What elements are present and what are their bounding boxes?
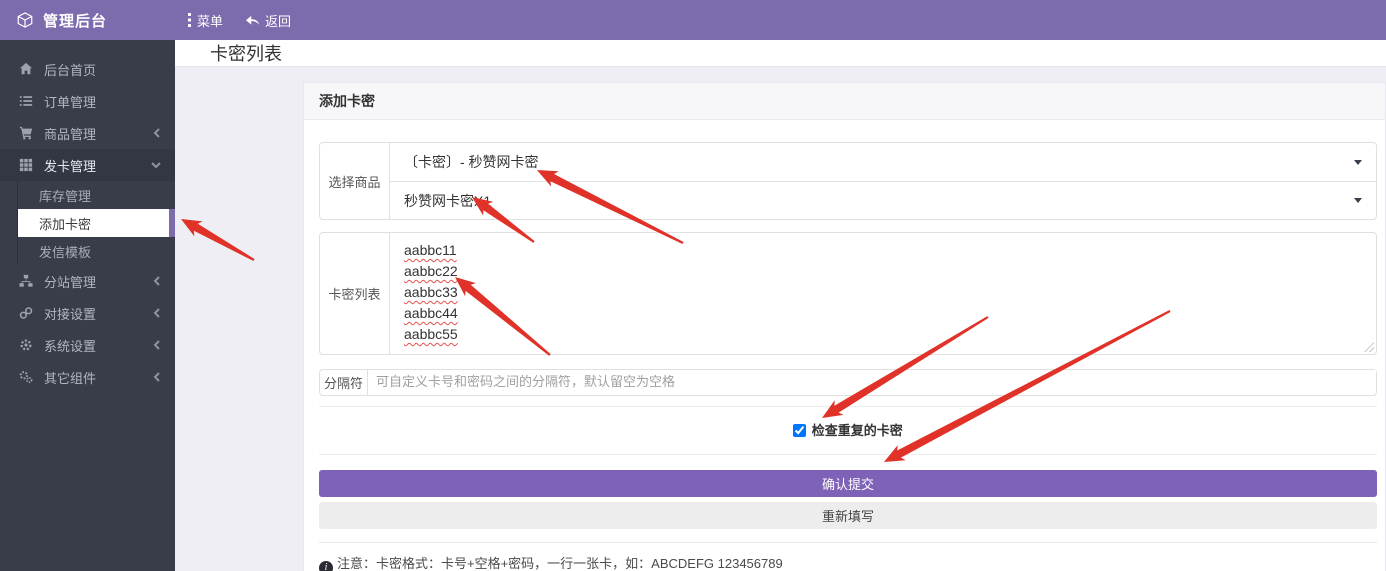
product-category-select-value: 〔卡密〕- 秒赞网卡密 bbox=[404, 152, 539, 172]
chevron-left-icon bbox=[153, 372, 161, 382]
content-area: 添加卡密 选择商品 〔卡密〕- 秒赞网卡密 秒赞网卡密X1 bbox=[175, 67, 1386, 571]
sidebar-item-label: 订单管理 bbox=[44, 92, 161, 111]
submit-button[interactable]: 确认提交 bbox=[319, 470, 1377, 497]
page-title-bar: 卡密列表 bbox=[175, 40, 1386, 67]
product-category-select[interactable]: 〔卡密〕- 秒赞网卡密 bbox=[390, 143, 1376, 181]
card-management-submenu: 库存管理 添加卡密 发信模板 bbox=[17, 181, 175, 265]
divider bbox=[319, 406, 1377, 407]
sidebar-item-system-settings[interactable]: 系统设置 bbox=[0, 329, 175, 361]
card-line: aabbc44 bbox=[404, 303, 458, 324]
sidebar-item-label: 分站管理 bbox=[44, 272, 143, 291]
cube-logo-icon bbox=[16, 11, 34, 29]
card-line: aabbc22 bbox=[404, 261, 458, 282]
cart-icon bbox=[18, 126, 34, 140]
back-label: 返回 bbox=[265, 11, 291, 30]
card-list-textarea[interactable]: aabbc11aabbc22aabbc33aabbc44aabbc55 bbox=[390, 233, 1376, 354]
product-select-label: 选择商品 bbox=[320, 143, 390, 219]
sidebar-item-orders[interactable]: 订单管理 bbox=[0, 85, 175, 117]
select-caret-icon bbox=[1354, 160, 1362, 165]
divider bbox=[319, 454, 1377, 455]
subitem-label: 库存管理 bbox=[39, 186, 91, 205]
panel-header: 添加卡密 bbox=[304, 83, 1385, 120]
sidebar-subitem-mail-template[interactable]: 发信模板 bbox=[18, 237, 175, 265]
separator-input[interactable] bbox=[368, 370, 1376, 393]
brand: 管理后台 bbox=[0, 10, 175, 31]
sidebar-item-home[interactable]: 后台首页 bbox=[0, 53, 175, 85]
reset-button[interactable]: 重新填写 bbox=[319, 502, 1377, 529]
menu-toggle-button[interactable]: 菜单 bbox=[187, 11, 223, 30]
chevron-left-icon bbox=[153, 276, 161, 286]
top-bar: 管理后台 菜单 返回 bbox=[0, 0, 1386, 40]
reply-arrow-icon bbox=[245, 14, 260, 27]
info-icon: i bbox=[319, 561, 333, 571]
select-caret-icon bbox=[1354, 198, 1362, 203]
duplicate-check-checkbox[interactable] bbox=[793, 424, 806, 437]
subitem-label: 添加卡密 bbox=[39, 214, 91, 233]
sidebar-subitem-stock[interactable]: 库存管理 bbox=[18, 181, 175, 209]
chevron-left-icon bbox=[153, 340, 161, 350]
grid-icon bbox=[18, 158, 34, 172]
link-icon bbox=[18, 306, 34, 320]
gear-icon bbox=[18, 338, 34, 352]
product-select-group: 选择商品 〔卡密〕- 秒赞网卡密 秒赞网卡密X1 bbox=[319, 142, 1377, 220]
card-list-label: 卡密列表 bbox=[320, 233, 390, 354]
subitem-label: 发信模板 bbox=[39, 242, 91, 261]
sidebar-item-other-components[interactable]: 其它组件 bbox=[0, 361, 175, 393]
sitemap-icon bbox=[18, 274, 34, 288]
sidebar-item-label: 商品管理 bbox=[44, 124, 143, 143]
card-line: aabbc33 bbox=[404, 282, 458, 303]
add-card-panel: 添加卡密 选择商品 〔卡密〕- 秒赞网卡密 秒赞网卡密X1 bbox=[303, 82, 1386, 571]
sidebar-item-label: 其它组件 bbox=[44, 368, 143, 387]
sidebar-item-label: 后台首页 bbox=[44, 60, 161, 79]
sidebar-subitem-add-card[interactable]: 添加卡密 bbox=[18, 209, 175, 237]
sidebar-item-substation[interactable]: 分站管理 bbox=[0, 265, 175, 297]
product-item-select-value: 秒赞网卡密X1 bbox=[404, 191, 491, 211]
home-icon bbox=[18, 62, 34, 76]
back-button[interactable]: 返回 bbox=[245, 11, 291, 30]
sidebar-item-card-management[interactable]: 发卡管理 bbox=[0, 149, 175, 181]
page-title: 卡密列表 bbox=[210, 40, 282, 66]
order-list-icon bbox=[18, 94, 34, 108]
chevron-down-icon bbox=[151, 161, 161, 169]
sidebar-item-label: 对接设置 bbox=[44, 304, 143, 323]
sidebar-item-label: 发卡管理 bbox=[44, 156, 141, 175]
card-list-group: 卡密列表 aabbc11aabbc22aabbc33aabbc44aabbc55 bbox=[319, 232, 1377, 355]
sidebar-item-api-settings[interactable]: 对接设置 bbox=[0, 297, 175, 329]
sidebar-item-label: 系统设置 bbox=[44, 336, 143, 355]
sidebar-item-products[interactable]: 商品管理 bbox=[0, 117, 175, 149]
product-item-select[interactable]: 秒赞网卡密X1 bbox=[390, 181, 1376, 219]
note-block: i 注意：卡密格式：卡号+空格+密码，一行一张卡，如：ABCDEFG 123456… bbox=[319, 542, 1377, 571]
menu-label: 菜单 bbox=[197, 11, 223, 30]
chevron-left-icon bbox=[153, 308, 161, 318]
gears-icon bbox=[18, 370, 34, 384]
sidebar: 后台首页 订单管理 商品管理 发卡管理 库存管理 添加卡密 发信模板 分站管理 bbox=[0, 40, 175, 571]
duplicate-check-row: 检查重复的卡密 bbox=[319, 417, 1377, 444]
duplicate-check-label-wrap[interactable]: 检查重复的卡密 bbox=[793, 423, 903, 438]
chevron-left-icon bbox=[153, 128, 161, 138]
app-title: 管理后台 bbox=[43, 10, 107, 31]
duplicate-check-label: 检查重复的卡密 bbox=[812, 423, 903, 438]
separator-group: 分隔符 bbox=[319, 369, 1377, 396]
card-line: aabbc11 bbox=[404, 240, 457, 261]
note-line-1: i 注意：卡密格式：卡号+空格+密码，一行一张卡，如：ABCDEFG 123456… bbox=[319, 553, 1377, 571]
menu-dots-icon bbox=[187, 13, 192, 27]
note-text-1: 注意：卡密格式：卡号+空格+密码，一行一张卡，如：ABCDEFG 1234567… bbox=[337, 556, 783, 571]
card-line: aabbc55 bbox=[404, 324, 458, 345]
separator-label: 分隔符 bbox=[320, 370, 368, 395]
